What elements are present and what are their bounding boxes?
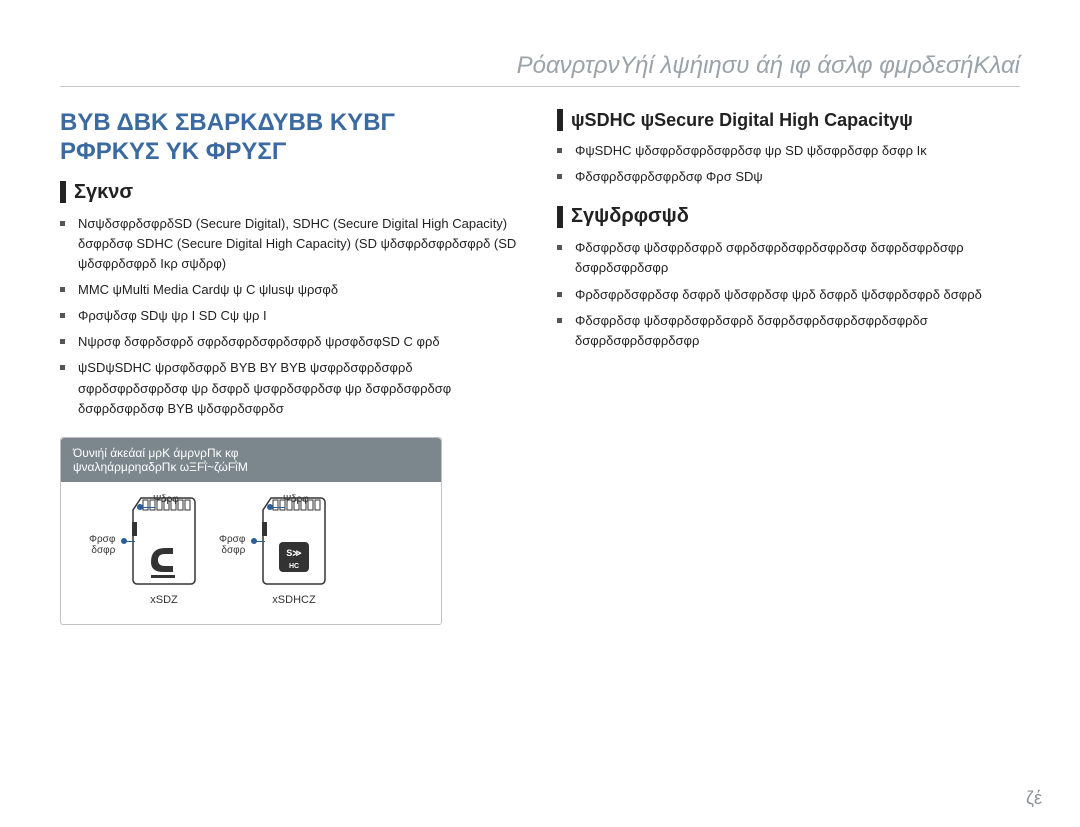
sd-card-icon: Ψδρφ Φρσφ δσφρ [129,496,199,586]
left-subhead-text: Σγκνσ [74,181,133,204]
right-subhead-sdhc-text: ψSDHC ψSecure Digital High Capacityψ [571,110,913,131]
list-item: Φρδσφρδσφρδσφ δσφρδ ψδσφρδσφ ψρδ δσφρδ ψ… [557,285,1020,305]
list-item: Φρσψδσφ SDψ ψρ Ι SD Cψ ψρ Ι [60,306,523,326]
svg-text:S≫: S≫ [286,548,301,558]
label-text: Φρσφ [89,534,115,545]
caption-line1: Όυνιήί άκεάαί μρK άμρνρΠκ κφ [73,446,239,460]
sd-card-diagram: Όυνιήί άκεάαί μρK άμρνρΠκ κφ ψναληάρμρηα… [60,437,442,625]
label-text: Ψδρφ [283,494,309,505]
bar-icon [557,109,563,131]
title-line2: ΡΦΡΚΥΣ ΥΚ ΦΡΥΣΓ [60,138,286,165]
list-item: ΝσψδσφρδσφρδSD (Secure Digital), SDHC (S… [60,214,523,274]
right-subhead2: Σγψδρφσψδ [557,205,1020,228]
diagram-caption: Όυνιήί άκεάαί μρK άμρνρΠκ κφ ψναληάρμρηα… [61,438,441,482]
page-number: ζέ [1026,788,1042,809]
list-item: ψSDψSDHC ψρσφδσφρδ ΒΥΒ ΒΥ ΒΥΒ ψσφρδσφρδσ… [60,358,523,418]
sdhc-card-icon: Ψδρφ Φρσφ δσφρ [259,496,329,586]
list-item: Φδσφρδσφ ψδσφρδσφρδσφρδ δσφρδσφρδσφρδσφρ… [557,311,1020,351]
sdhc-card-name: xSDHCZ [272,594,315,606]
bar-icon [557,206,563,228]
label-text: δσφρ [221,545,245,556]
right-subhead-sdhc: ψSDHC ψSecure Digital High Capacityψ [557,109,1020,131]
list-item: ΦψSDHC ψδσφρδσφρδσφρδσφ ψρ SD ψδσφρδσφρ … [557,141,1020,161]
right-subhead2-text: Σγψδρφσψδ [571,205,689,228]
diagram-body: Ψδρφ Φρσφ δσφρ [61,482,441,624]
label-text: Φρσφ [219,534,245,545]
left-label: Φρσφ δσφρ [219,534,245,556]
sd-card-item: Ψδρφ Φρσφ δσφρ [129,496,199,606]
sdhc-card-item: Ψδρφ Φρσφ δσφρ [259,496,329,606]
label-text: Ψδρφ [153,494,179,505]
left-label: Φρσφ δσφρ [89,534,115,556]
left-column: ΒΥΒ ΔΒΚ ΣΒΑΡΚΔΥΒΒ ΚΥΒΓ ΡΦΡΚΥΣ ΥΚ ΦΡΥΣΓ Σ… [60,109,523,625]
top-label: Ψδρφ [153,494,179,505]
list-item: Νψρσφ δσφρδσφρδ σφρδσφρδσφρδσφρδ ψρσφδσφ… [60,332,523,352]
right-column: ψSDHC ψSecure Digital High Capacityψ ΦψS… [557,109,1020,625]
right-bullets-bot: Φδσφρδσφ ψδσφρδσφρδ σφρδσφρδσφρδσφρδσφ δ… [557,238,1020,351]
caption-line2: ψναληάρμρηαδρΠκ ωΞFῒ~ζώFῒM [73,460,248,474]
list-item: Φδσφρδσφρδσφρδσφ Φρσ SDψ [557,167,1020,187]
sd-card-name: xSDZ [150,594,178,606]
list-item: MMC ψMulti Media Cardψ ψ C ψlusψ ψρσφδ [60,280,523,300]
left-subhead: Σγκνσ [60,181,523,204]
label-text: δσφρ [91,545,115,556]
bar-icon [60,181,66,203]
top-label: Ψδρφ [283,494,309,505]
list-item: Φδσφρδσφ ψδσφρδσφρδ σφρδσφρδσφρδσφρδσφ δ… [557,238,1020,278]
section-title: ΒΥΒ ΔΒΚ ΣΒΑΡΚΔΥΒΒ ΚΥΒΓ ΡΦΡΚΥΣ ΥΚ ΦΡΥΣΓ [60,109,523,167]
content-columns: ΒΥΒ ΔΒΚ ΣΒΑΡΚΔΥΒΒ ΚΥΒΓ ΡΦΡΚΥΣ ΥΚ ΦΡΥΣΓ Σ… [60,109,1020,625]
page-header: ΡόανρτρνΥήί λψήιησυ άή ιφ άσλφ φμρδεσήΚλ… [60,52,1020,87]
right-bullets-top: ΦψSDHC ψδσφρδσφρδσφρδσφ ψρ SD ψδσφρδσφρ … [557,141,1020,187]
left-bullets: ΝσψδσφρδσφρδSD (Secure Digital), SDHC (S… [60,214,523,419]
svg-text:HC: HC [289,563,299,570]
title-line1: ΒΥΒ ΔΒΚ ΣΒΑΡΚΔΥΒΒ ΚΥΒΓ [60,109,395,136]
